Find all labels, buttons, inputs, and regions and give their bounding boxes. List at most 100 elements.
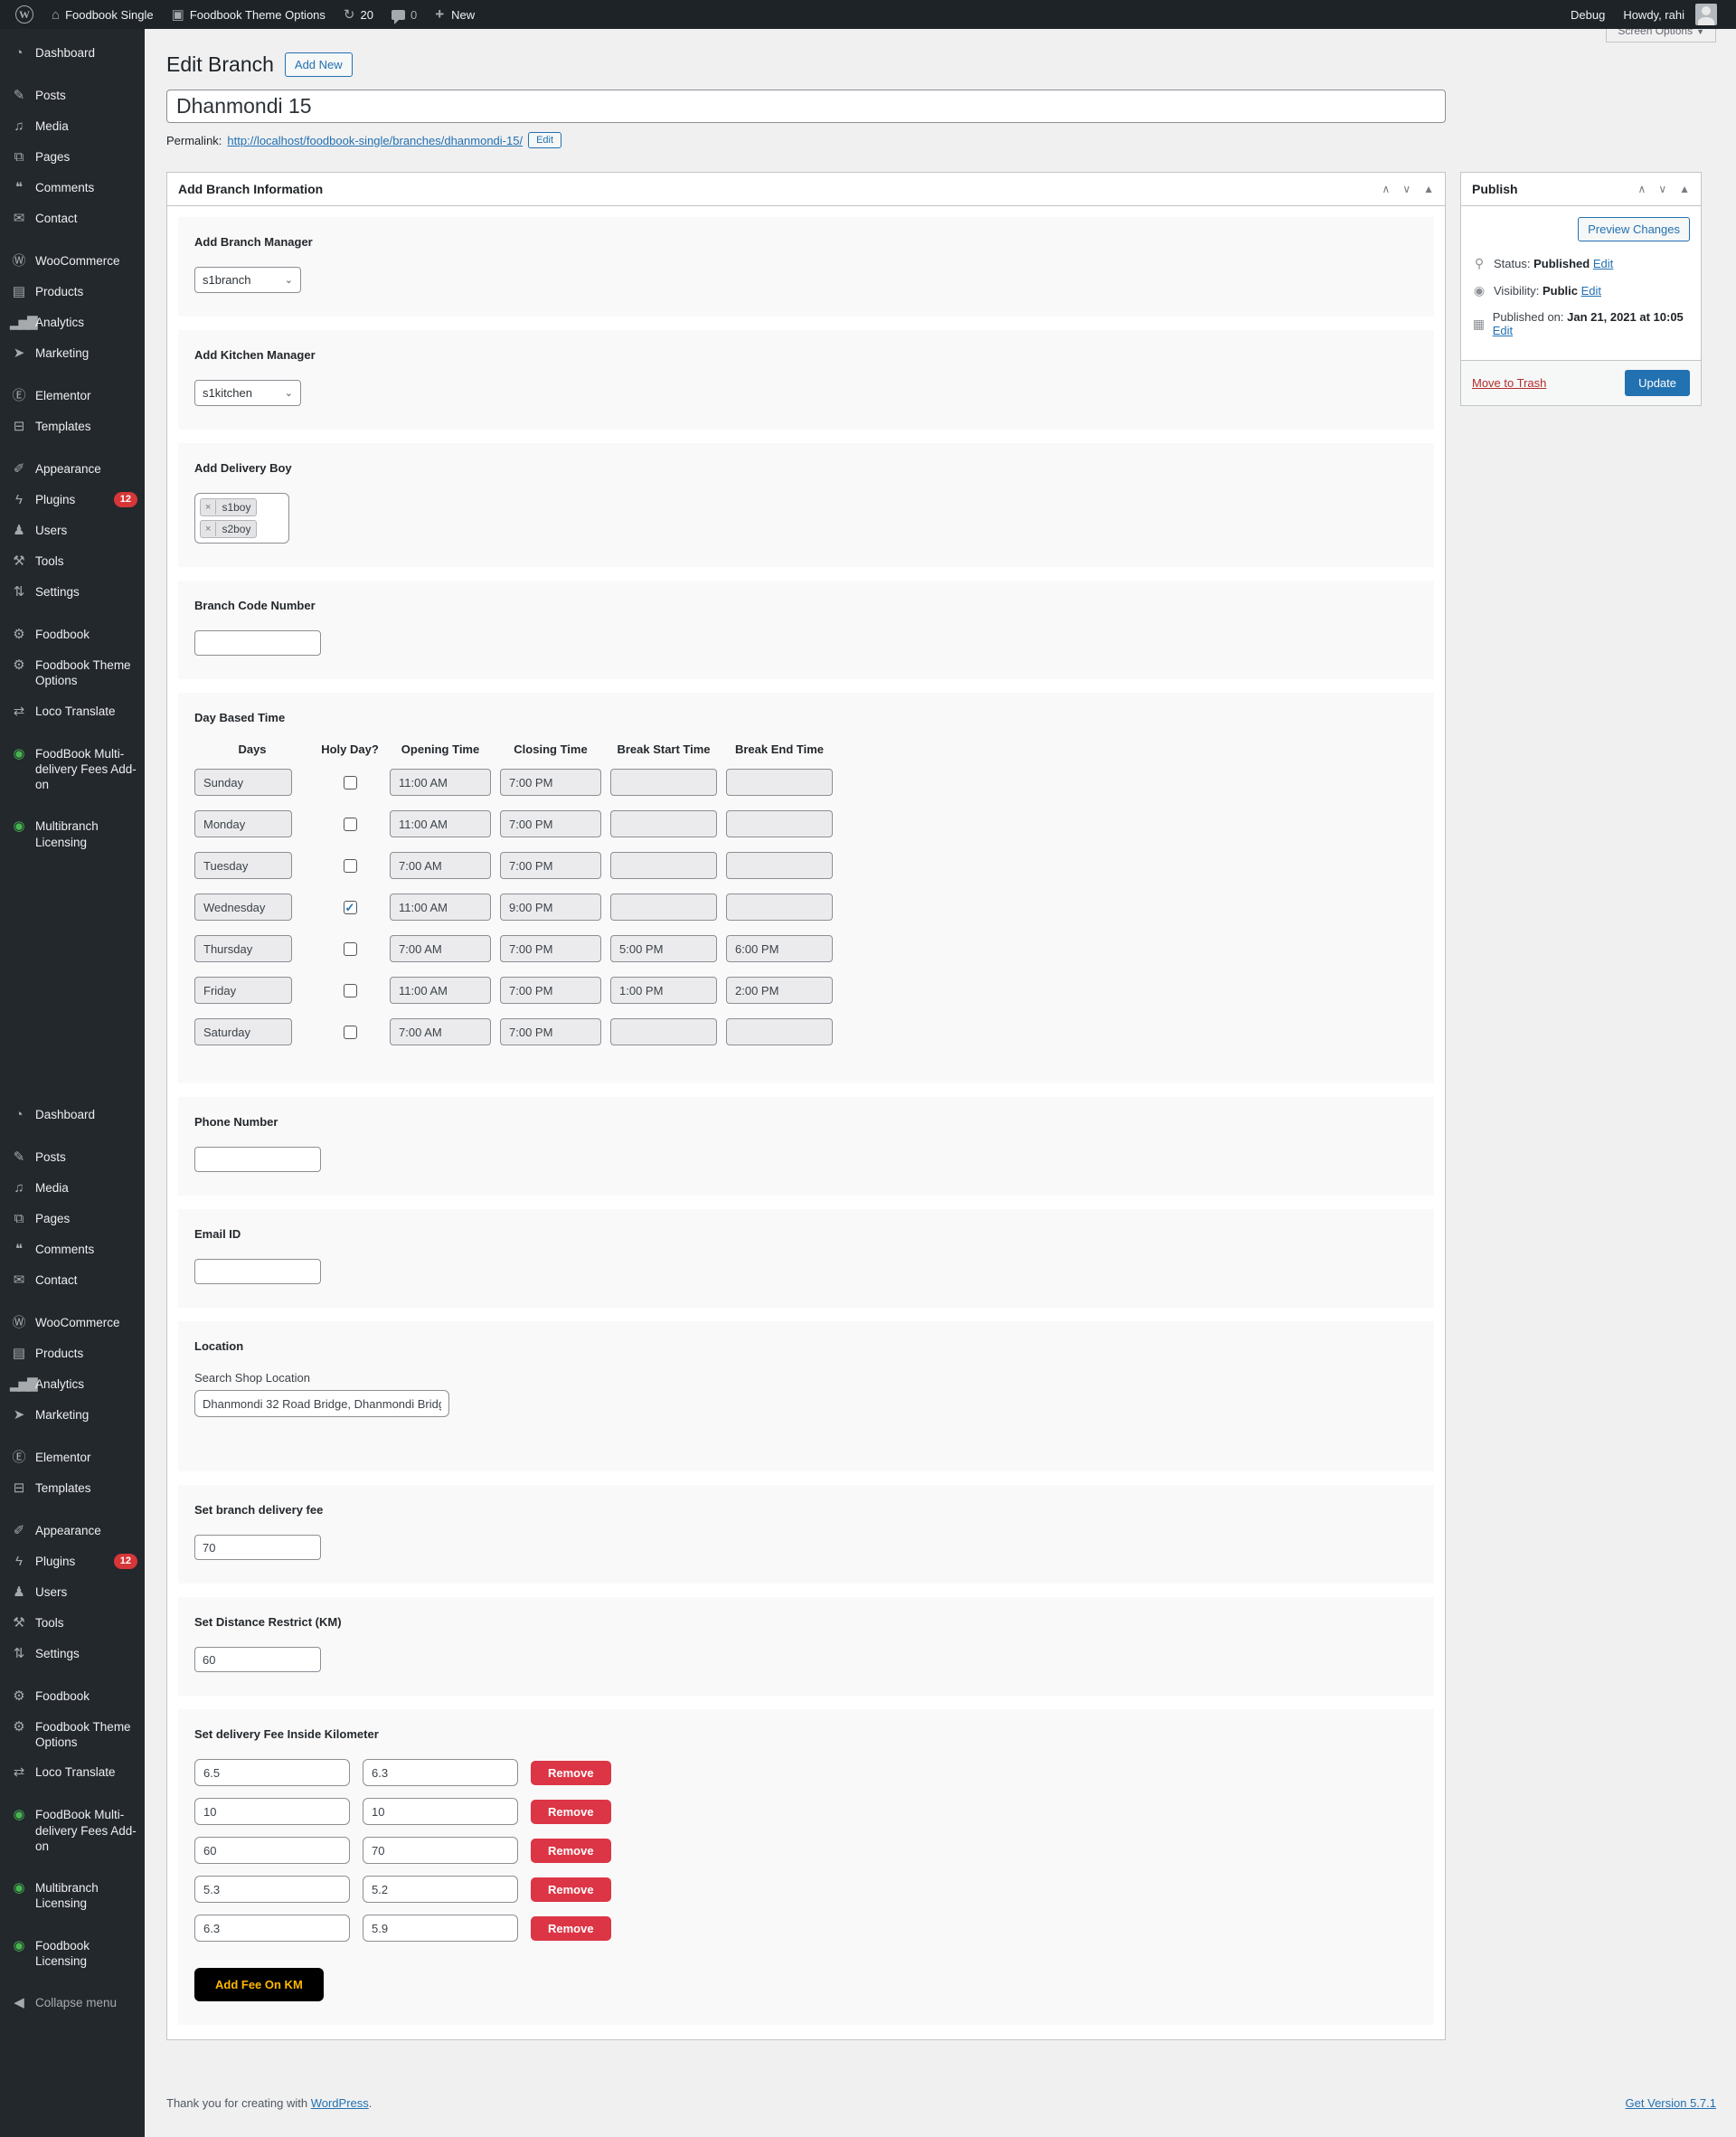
break-end-input[interactable] xyxy=(726,852,833,879)
sidebar-item[interactable]: ▂▅▇ Analytics xyxy=(0,1369,145,1400)
km-input[interactable] xyxy=(194,1798,350,1825)
sidebar-item[interactable]: ⚙ Foodbook xyxy=(0,1681,145,1712)
site-name-menu[interactable]: ⌂ Foodbook Single xyxy=(43,0,162,29)
sidebar-item[interactable]: ⇄ Loco Translate xyxy=(0,1757,145,1788)
sidebar-item[interactable]: ♫ Media xyxy=(0,1173,145,1204)
move-to-trash-link[interactable]: Move to Trash xyxy=(1472,376,1546,390)
updates-menu[interactable]: ↻ 20 xyxy=(335,0,382,29)
shop-location-input[interactable] xyxy=(194,1390,449,1417)
break-end-input[interactable] xyxy=(726,769,833,796)
sidebar-item[interactable]: ▤ Products xyxy=(0,1338,145,1369)
edit-permalink-button[interactable]: Edit xyxy=(528,132,561,148)
holy-day-checkbox[interactable] xyxy=(344,1026,357,1039)
break-end-input[interactable] xyxy=(726,810,833,837)
remove-fee-button[interactable]: Remove xyxy=(531,1877,611,1902)
branch-manager-select[interactable]: s1branch ⌄ xyxy=(194,267,301,293)
edit-visibility-link[interactable]: Edit xyxy=(1581,284,1601,298)
fee-input[interactable] xyxy=(363,1837,518,1864)
comments-menu[interactable]: 0 xyxy=(383,0,425,29)
sidebar-item[interactable]: Ⓦ WooCommerce xyxy=(0,1308,145,1338)
edit-status-link[interactable]: Edit xyxy=(1593,257,1613,270)
permalink-url-link[interactable]: http://localhost/foodbook-single/branche… xyxy=(227,134,523,147)
closing-time-input[interactable] xyxy=(500,935,601,962)
sidebar-item[interactable]: ✎ Posts xyxy=(0,80,145,111)
sidebar-item[interactable]: ♟ Users xyxy=(0,515,145,546)
move-down-icon[interactable]: ∨ xyxy=(1402,183,1410,195)
sidebar-item[interactable]: ⚒ Tools xyxy=(0,1608,145,1639)
branch-code-input[interactable] xyxy=(194,630,321,656)
sidebar-item[interactable]: ✉ Contact xyxy=(0,203,145,234)
break-end-input[interactable] xyxy=(726,935,833,962)
sidebar-item[interactable]: ϟ Plugins12 xyxy=(0,1546,145,1577)
sidebar-item[interactable]: ⚙ Foodbook Theme Options xyxy=(0,650,145,696)
closing-time-input[interactable] xyxy=(500,1018,601,1045)
sidebar-item[interactable]: ⧉ Pages xyxy=(0,1204,145,1234)
add-fee-on-km-button[interactable]: Add Fee On KM xyxy=(194,1968,324,2001)
break-start-input[interactable] xyxy=(610,1018,717,1045)
fee-input[interactable] xyxy=(363,1876,518,1903)
sidebar-item[interactable]: ⇅ Settings xyxy=(0,1639,145,1669)
opening-time-input[interactable] xyxy=(390,852,491,879)
sidebar-item[interactable]: ⚙ Foodbook Theme Options xyxy=(0,1712,145,1758)
sidebar-item[interactable]: Ⓔ Elementor xyxy=(0,381,145,411)
add-new-button[interactable]: Add New xyxy=(285,52,353,77)
sidebar-item[interactable]: ✉ Contact xyxy=(0,1265,145,1296)
theme-options-menu[interactable]: ▣ Foodbook Theme Options xyxy=(164,0,334,29)
holy-day-checkbox[interactable] xyxy=(344,942,357,956)
sidebar-item[interactable]: ⊟ Templates xyxy=(0,1473,145,1504)
remove-fee-button[interactable]: Remove xyxy=(531,1800,611,1824)
update-button[interactable]: Update xyxy=(1625,370,1690,396)
account-menu[interactable]: Howdy, rahi xyxy=(1615,0,1725,29)
closing-time-input[interactable] xyxy=(500,977,601,1004)
fee-input[interactable] xyxy=(363,1915,518,1942)
edit-published-link[interactable]: Edit xyxy=(1493,324,1513,337)
sidebar-item[interactable]: ◔ Dashboard xyxy=(0,1100,145,1130)
opening-time-input[interactable] xyxy=(390,935,491,962)
holy-day-checkbox[interactable] xyxy=(344,859,357,873)
remove-tag-icon[interactable]: × xyxy=(201,500,216,515)
sidebar-item[interactable]: ♫ Media xyxy=(0,111,145,142)
debug-menu[interactable]: Debug xyxy=(1562,0,1613,29)
sidebar-item[interactable]: ⚙ Foodbook xyxy=(0,619,145,650)
move-down-icon[interactable]: ∨ xyxy=(1658,183,1666,195)
break-start-input[interactable] xyxy=(610,852,717,879)
sidebar-item[interactable]: ▤ Products xyxy=(0,277,145,307)
phone-input[interactable] xyxy=(194,1147,321,1172)
holy-day-checkbox[interactable] xyxy=(344,776,357,790)
break-start-input[interactable] xyxy=(610,935,717,962)
sidebar-item[interactable]: ♟ Users xyxy=(0,1577,145,1608)
kitchen-manager-select[interactable]: s1kitchen ⌄ xyxy=(194,380,301,406)
sidebar-item[interactable]: ❝ Comments xyxy=(0,173,145,203)
closing-time-input[interactable] xyxy=(500,810,601,837)
sidebar-item[interactable]: ▂▅▇ Analytics xyxy=(0,307,145,338)
remove-fee-button[interactable]: Remove xyxy=(531,1761,611,1785)
km-input[interactable] xyxy=(194,1759,350,1786)
sidebar-item[interactable]: ➤ Marketing xyxy=(0,338,145,369)
sidebar-item[interactable]: ◔ Dashboard xyxy=(0,38,145,69)
sidebar-item[interactable]: ϟ Plugins12 xyxy=(0,485,145,515)
toggle-panel-icon[interactable]: ▲ xyxy=(1423,183,1434,195)
sidebar-item[interactable]: ➤ Marketing xyxy=(0,1400,145,1431)
get-version-link[interactable]: Get Version 5.7.1 xyxy=(1626,2096,1716,2110)
sidebar-item[interactable]: ❝ Comments xyxy=(0,1234,145,1265)
break-start-input[interactable] xyxy=(610,769,717,796)
holy-day-checkbox[interactable] xyxy=(344,818,357,831)
break-end-input[interactable] xyxy=(726,977,833,1004)
opening-time-input[interactable] xyxy=(390,1018,491,1045)
closing-time-input[interactable] xyxy=(500,852,601,879)
fee-input[interactable] xyxy=(363,1798,518,1825)
post-title-input[interactable] xyxy=(166,90,1446,123)
holy-day-checkbox[interactable] xyxy=(344,901,357,914)
opening-time-input[interactable] xyxy=(390,894,491,921)
sidebar-item[interactable]: ✎ Posts xyxy=(0,1142,145,1173)
distance-restrict-input[interactable] xyxy=(194,1647,321,1672)
remove-tag-icon[interactable]: × xyxy=(201,522,216,536)
opening-time-input[interactable] xyxy=(390,810,491,837)
sidebar-item[interactable]: ◉ Foodbook Licensing xyxy=(0,1931,145,1977)
sidebar-item[interactable]: ⇄ Loco Translate xyxy=(0,696,145,727)
remove-fee-button[interactable]: Remove xyxy=(531,1839,611,1863)
email-input[interactable] xyxy=(194,1259,321,1284)
delivery-fee-input[interactable] xyxy=(194,1535,321,1560)
sidebar-item[interactable]: ✐ Appearance xyxy=(0,1516,145,1546)
delivery-boy-multiselect[interactable]: × s1boy × s2boy xyxy=(194,493,289,544)
